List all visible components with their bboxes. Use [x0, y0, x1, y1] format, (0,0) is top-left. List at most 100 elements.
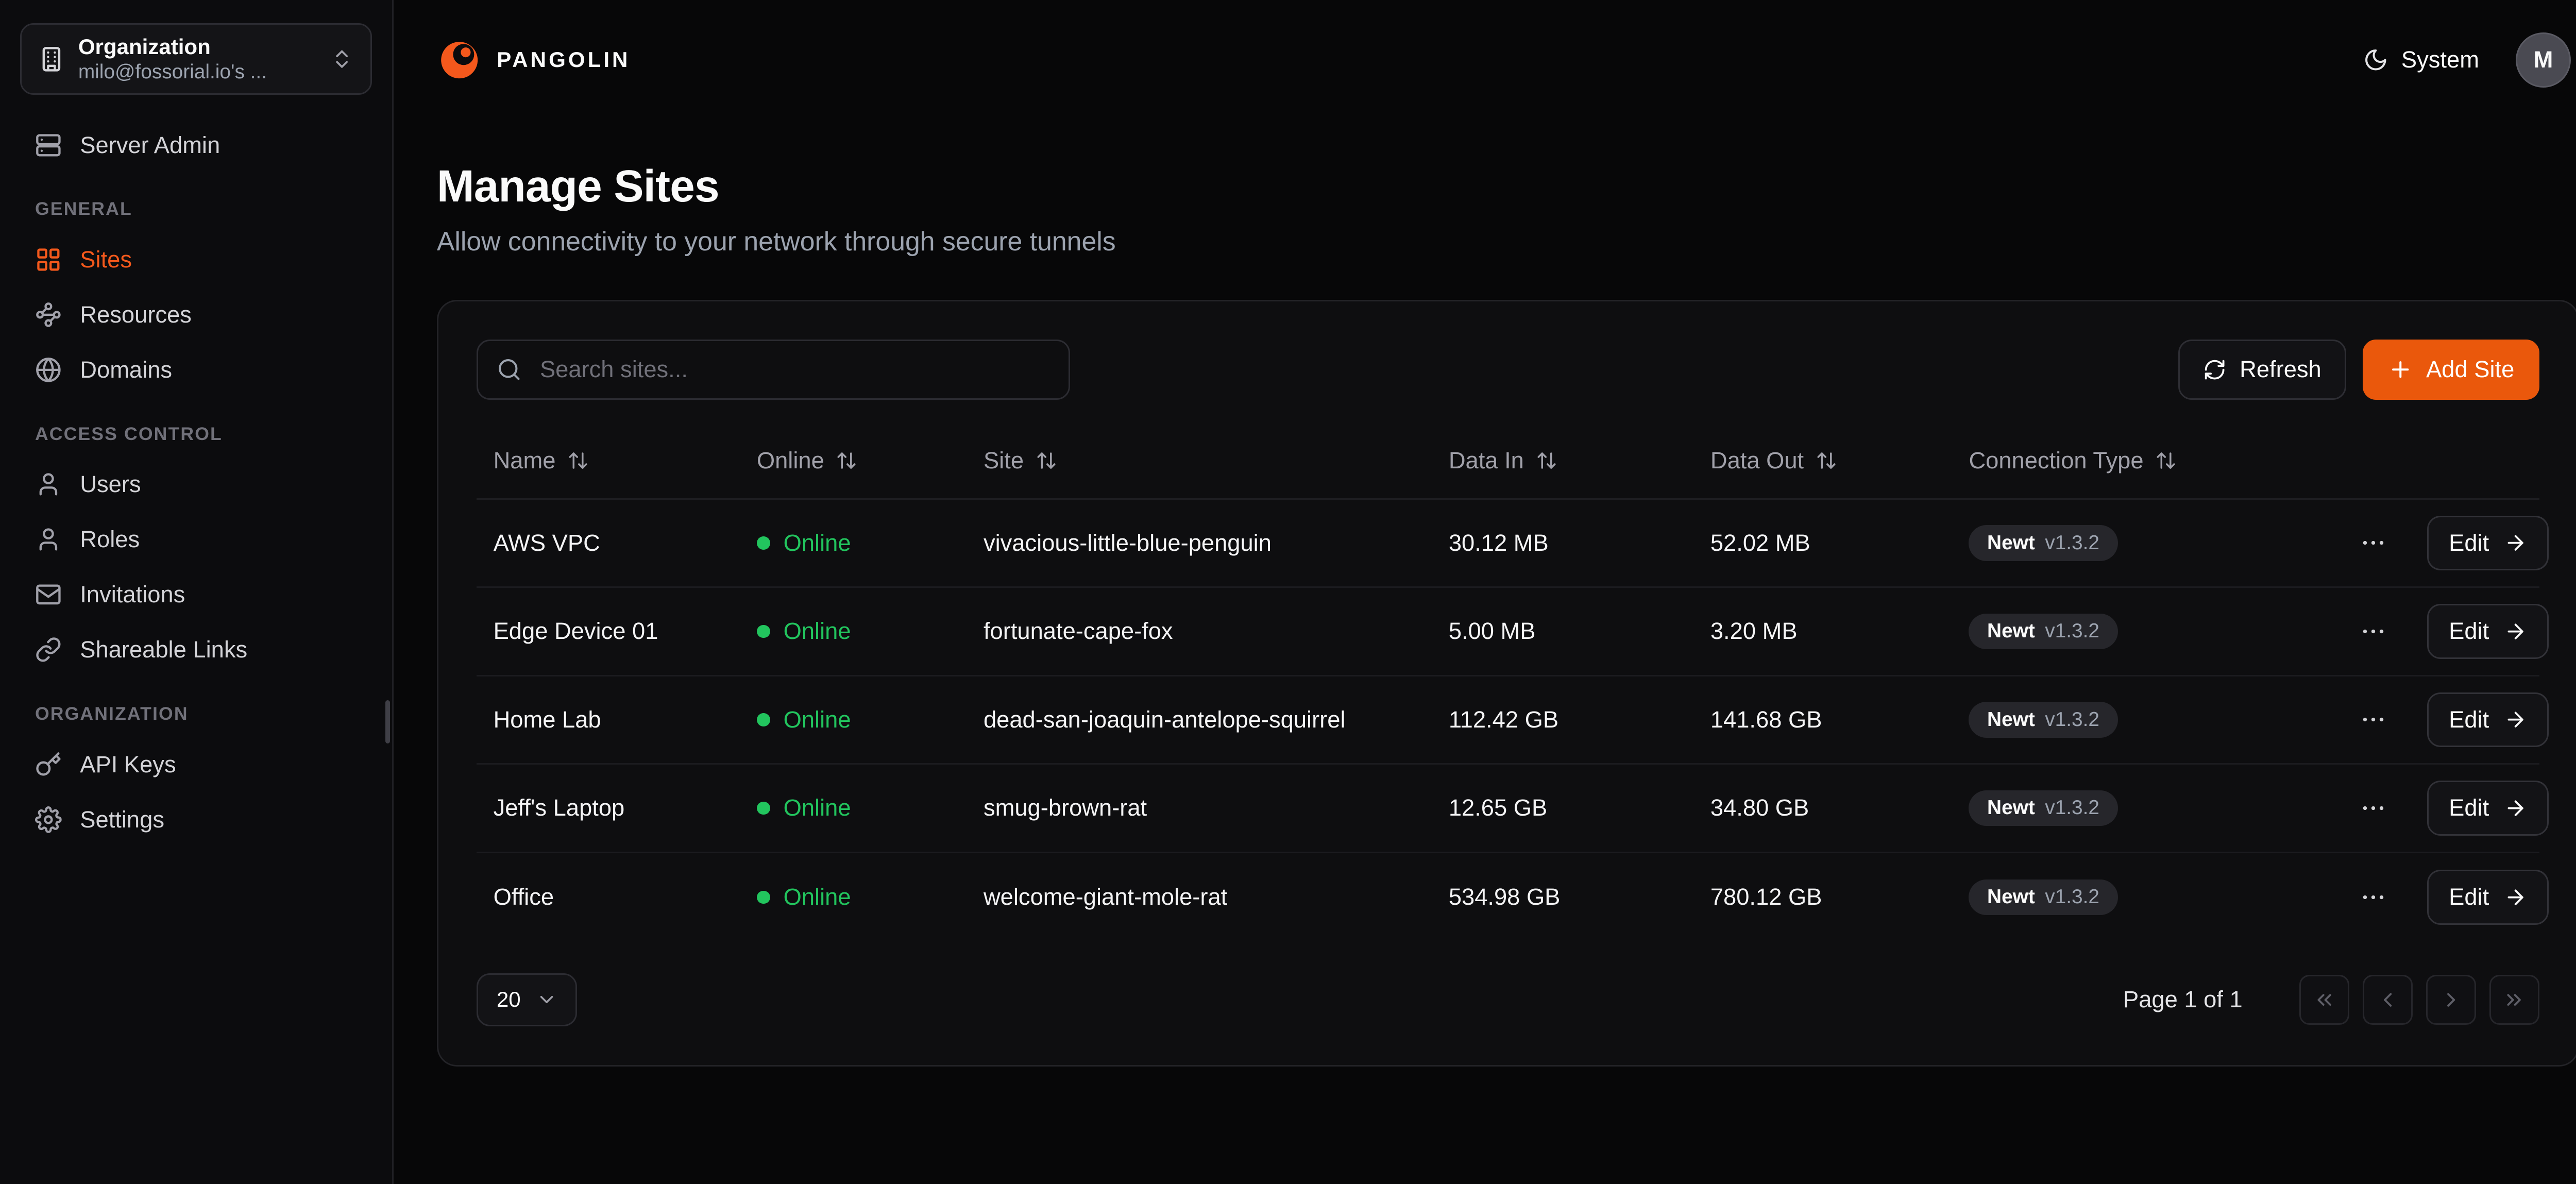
row-menu-button[interactable] — [2352, 876, 2394, 918]
connection-name: Newt — [1987, 708, 2035, 731]
sidebar-item-sites[interactable]: Sites — [20, 233, 372, 286]
row-menu-button[interactable] — [2352, 611, 2394, 652]
data-in-value: 112.42 GB — [1449, 706, 1710, 733]
data-out-value: 52.02 MB — [1710, 530, 1969, 556]
edit-button[interactable]: Edit — [2427, 604, 2549, 659]
edit-button[interactable]: Edit — [2427, 692, 2549, 748]
topbar: PANGOLIN System M — [394, 0, 2576, 120]
row-actions: Edit — [2352, 604, 2549, 659]
column-header-data-out[interactable]: Data Out — [1710, 447, 1837, 474]
toolbar-actions: Refresh Add Site — [2178, 340, 2539, 399]
theme-toggle-label: System — [2401, 46, 2479, 73]
arrow-right-icon — [2504, 531, 2527, 554]
moon-icon — [2363, 47, 2388, 73]
org-switcher-title: Organization — [78, 33, 317, 60]
sidebar-item-label: Shareable Links — [80, 636, 247, 663]
edit-button[interactable]: Edit — [2427, 870, 2549, 925]
status-label: Online — [784, 530, 851, 556]
avatar[interactable]: M — [2516, 32, 2571, 88]
section-label-general: GENERAL — [20, 174, 372, 231]
connection-type-cell: Newtv1.3.2 — [1969, 614, 2352, 650]
table-row: AWS VPC Online vivacious-little-blue-pen… — [477, 500, 2539, 588]
sidebar-item-settings[interactable]: Settings — [20, 793, 372, 847]
edit-label: Edit — [2449, 884, 2489, 910]
pangolin-logo-icon — [437, 38, 482, 82]
avatar-initial: M — [2534, 46, 2553, 73]
topbar-right: System M — [2363, 32, 2571, 88]
sort-icon — [567, 450, 589, 471]
theme-toggle-button[interactable]: System — [2363, 46, 2479, 73]
user-icon — [35, 471, 62, 498]
connection-name: Newt — [1987, 532, 2035, 554]
row-menu-button[interactable] — [2352, 522, 2394, 564]
table-row: Home Lab Online dead-san-joaquin-antelop… — [477, 676, 2539, 765]
sidebar-item-label: Server Admin — [80, 132, 220, 159]
ellipsis-icon — [2359, 883, 2387, 911]
site-status: Online — [757, 618, 984, 645]
add-site-button[interactable]: Add Site — [2363, 340, 2539, 399]
online-dot-icon — [757, 536, 770, 550]
key-icon — [35, 751, 62, 778]
row-menu-button[interactable] — [2352, 787, 2394, 829]
data-out-value: 780.12 GB — [1710, 884, 1969, 910]
sidebar-item-label: Domains — [80, 357, 172, 383]
last-page-button[interactable] — [2489, 975, 2539, 1025]
column-header-site[interactable]: Site — [984, 447, 1057, 474]
sidebar-item-invitations[interactable]: Invitations — [20, 568, 372, 621]
column-header-name[interactable]: Name — [494, 447, 589, 474]
sites-card: Refresh Add Site Name Online Site Data I… — [437, 300, 2576, 1067]
row-menu-button[interactable] — [2352, 699, 2394, 741]
page-subtitle: Allow connectivity to your network throu… — [437, 226, 2571, 257]
connection-version: v1.3.2 — [2045, 532, 2099, 554]
edit-button[interactable]: Edit — [2427, 781, 2549, 836]
data-out-value: 141.68 GB — [1710, 706, 1969, 733]
edit-button[interactable]: Edit — [2427, 516, 2549, 571]
sidebar-item-roles[interactable]: Roles — [20, 513, 372, 566]
data-out-value: 34.80 GB — [1710, 794, 1969, 821]
previous-page-button[interactable] — [2363, 975, 2413, 1025]
column-header-connection-type[interactable]: Connection Type — [1969, 447, 2177, 474]
site-slug: welcome-giant-mole-rat — [984, 884, 1449, 910]
connection-badge: Newtv1.3.2 — [1969, 879, 2117, 916]
first-page-button[interactable] — [2299, 975, 2349, 1025]
edit-label: Edit — [2449, 618, 2489, 645]
column-label: Name — [494, 447, 556, 474]
main-area: PANGOLIN System M Manage Sites Allow con… — [394, 0, 2576, 1184]
chevrons-left-icon — [2313, 988, 2336, 1011]
connection-badge: Newtv1.3.2 — [1969, 702, 2117, 738]
arrow-right-icon — [2504, 886, 2527, 909]
app-root: Organization milo@fossorial.io's ... Ser… — [0, 0, 2576, 1184]
brand: PANGOLIN — [437, 38, 631, 82]
sidebar-item-label: API Keys — [80, 751, 176, 778]
connection-version: v1.3.2 — [2045, 797, 2099, 819]
table-row: Edge Device 01 Online fortunate-cape-fox… — [477, 588, 2539, 676]
sites-table: Name Online Site Data In Data Out Connec… — [477, 423, 2539, 941]
sidebar-item-resources[interactable]: Resources — [20, 288, 372, 342]
arrow-right-icon — [2504, 797, 2527, 820]
data-in-value: 534.98 GB — [1449, 884, 1710, 910]
sidebar-item-label: Resources — [80, 301, 192, 328]
sidebar-item-domains[interactable]: Domains — [20, 343, 372, 397]
search-input[interactable] — [536, 354, 1050, 384]
waypoints-icon — [35, 301, 62, 328]
row-actions: Edit — [2352, 870, 2549, 925]
chevron-right-icon — [2439, 988, 2463, 1011]
column-header-online[interactable]: Online — [757, 447, 858, 474]
next-page-button[interactable] — [2426, 975, 2476, 1025]
sidebar-item-api-keys[interactable]: API Keys — [20, 738, 372, 791]
org-switcher[interactable]: Organization milo@fossorial.io's ... — [20, 23, 372, 95]
column-label: Connection Type — [1969, 447, 2143, 474]
table-row: Jeff's Laptop Online smug-brown-rat 12.6… — [477, 765, 2539, 853]
section-label-access-control: ACCESS CONTROL — [20, 398, 372, 456]
sidebar-item-users[interactable]: Users — [20, 458, 372, 511]
refresh-button[interactable]: Refresh — [2178, 340, 2346, 399]
column-header-data-in[interactable]: Data In — [1449, 447, 1557, 474]
search-icon — [497, 357, 522, 382]
page-size-select[interactable]: 20 — [477, 973, 577, 1027]
sort-icon — [836, 450, 857, 471]
sidebar-scrollbar-thumb[interactable] — [385, 700, 391, 743]
sidebar-item-shareable-links[interactable]: Shareable Links — [20, 623, 372, 676]
sidebar-item-label: Settings — [80, 806, 164, 833]
data-out-value: 3.20 MB — [1710, 618, 1969, 645]
sidebar-item-server-admin[interactable]: Server Admin — [20, 119, 372, 172]
